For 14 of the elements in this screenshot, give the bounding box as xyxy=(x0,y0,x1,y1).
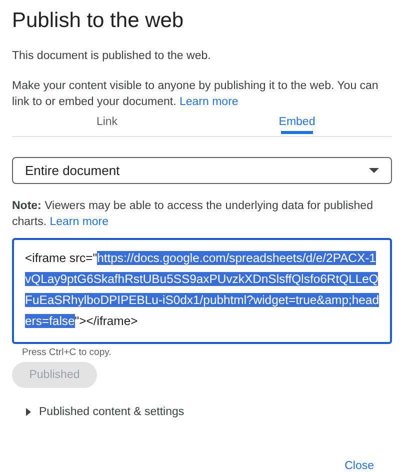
settings-expander[interactable]: Published content & settings xyxy=(26,406,184,418)
triangle-icon xyxy=(26,408,31,416)
scope-dropdown[interactable]: Entire document xyxy=(12,157,392,184)
description-text: Make your content visible to anyone by publishing it to the web. You can link to or embed your document. Learn more xyxy=(12,79,380,110)
embed-code-field[interactable]: <iframe src="https://docs.google.com/spreadsheets/d/e/2PACX-1vQLay9ptG6SkafhRstUBu5SS9axPUvzkXDnSlsffQlsfo6RtQLLeQFuEaSRhylboDPIPEBLu-iS0dx1/pubhtml?widget=true&amp;headers=false"></iframe> xyxy=(12,238,392,344)
note-text: Note: Viewers may be able to access the underlying data for published charts. Learn more xyxy=(12,198,374,230)
close-button[interactable]: Close xyxy=(344,460,392,472)
learn-more-link[interactable]: Learn more xyxy=(179,96,238,108)
learn-more-link[interactable]: Learn more xyxy=(50,216,109,228)
caret-icon xyxy=(369,168,379,173)
copy-hint: Press Ctrl+C to copy. xyxy=(22,346,112,358)
status-text: This document is published to the web. xyxy=(12,49,212,64)
dialog-title: Publish to the web xyxy=(12,8,185,34)
tab[interactable]: Link xyxy=(12,114,202,137)
